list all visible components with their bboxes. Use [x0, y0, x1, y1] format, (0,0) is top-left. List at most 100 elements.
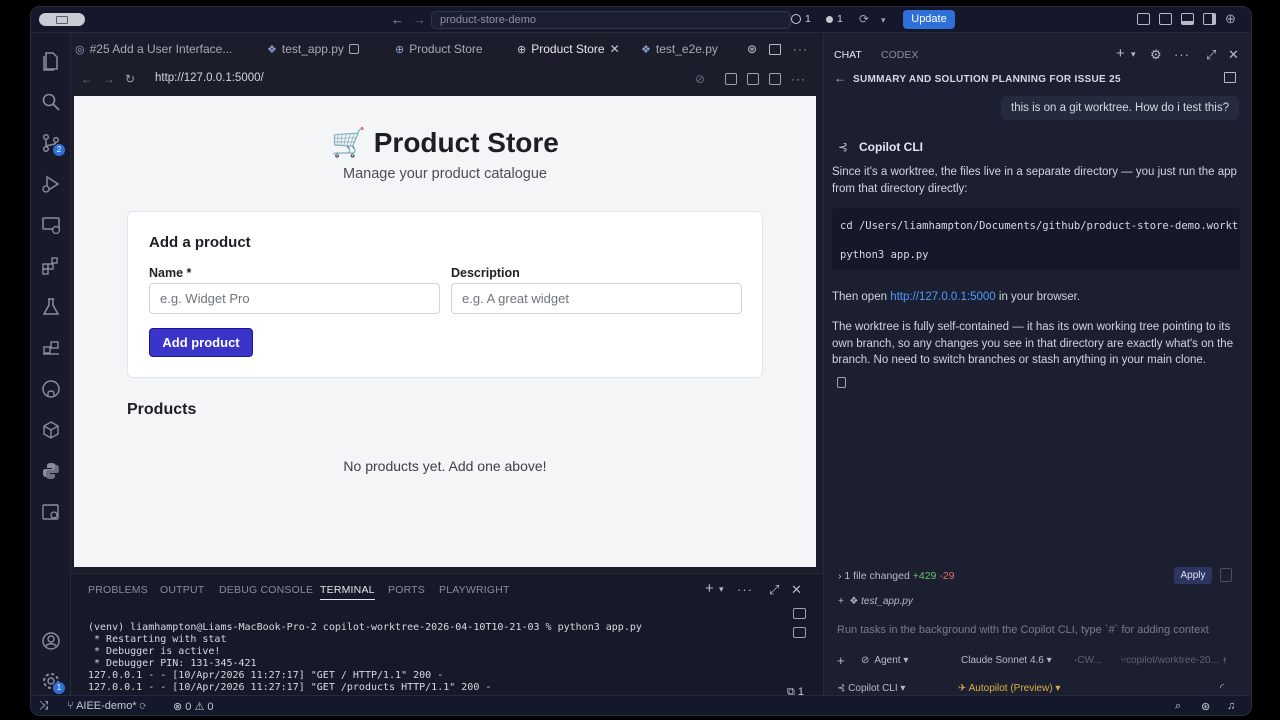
changes-summary[interactable]: › 1 file changed +429 -29 [838, 570, 955, 582]
tab-codex[interactable]: CODEX [881, 49, 918, 61]
tab-test-app-py[interactable]: ❖ test_app.py [267, 36, 359, 62]
close-tab-icon[interactable]: ✕ [610, 42, 620, 56]
zoom-icon[interactable]: ⌕ [1175, 700, 1181, 713]
add-attachment-icon[interactable]: + [837, 653, 845, 668]
context-file-chip[interactable]: + ❖ test_app.py [838, 596, 913, 607]
toggle-sessions-icon[interactable] [1224, 71, 1236, 86]
terminal-instance-icon[interactable] [793, 627, 806, 638]
accounts-icon[interactable] [41, 631, 61, 651]
tab-terminal[interactable]: TERMINAL [320, 584, 375, 600]
tab-debug-console[interactable]: DEBUG CONSOLE [219, 584, 313, 596]
maximize-chat-icon[interactable]: ⤢ [1206, 47, 1216, 63]
notifications-bell-icon[interactable]: ♫ [1227, 700, 1235, 712]
simple-browser-toolbar: ← → ↻ http://127.0.0.1:5000/ ⊘ ··· [71, 67, 823, 93]
explorer-icon[interactable] [41, 51, 61, 71]
document-icon[interactable] [747, 73, 759, 85]
manage-gear-icon[interactable]: 1 [41, 671, 65, 694]
new-chat-icon[interactable]: + [1116, 45, 1125, 62]
source-control-icon[interactable]: 2 [41, 133, 65, 156]
view-diff-icon[interactable] [1220, 568, 1232, 582]
url-field[interactable]: http://127.0.0.1:5000/ [155, 72, 264, 84]
maximize-panel-icon[interactable]: ⤢ [769, 582, 779, 598]
description-input[interactable] [451, 283, 742, 314]
toggle-primary-sidebar-icon[interactable] [1159, 13, 1172, 25]
chevron-down-icon[interactable]: ▾ [719, 584, 724, 595]
chat-more-icon[interactable]: ··· [1174, 47, 1190, 62]
chat-settings-gear-icon[interactable]: ⚙ [1150, 47, 1162, 63]
copilot-status-icon[interactable]: ⟳ [859, 12, 869, 26]
apply-button[interactable]: Apply [1174, 567, 1212, 584]
run-debug-icon[interactable] [41, 174, 61, 194]
problems-status[interactable]: ⊗ 0 ⚠ 0 [173, 700, 214, 713]
code-block[interactable]: cd /Users/liamhampton/Documents/github/p… [832, 208, 1240, 270]
chat-input[interactable] [837, 621, 1242, 639]
localhost-link[interactable]: http://127.0.0.1:5000 [890, 291, 996, 303]
search-icon[interactable] [41, 92, 61, 112]
reload-icon[interactable]: ↻ [125, 72, 135, 86]
workspace-picker[interactable]: -CW... [1074, 655, 1102, 666]
tab-product-store[interactable]: ⊕ Product Store [395, 36, 483, 62]
window-menu-pill[interactable] [39, 13, 85, 26]
add-product-button[interactable]: Add product [149, 328, 253, 357]
copilot-icon[interactable]: ⊛ [1201, 700, 1210, 713]
problems-status[interactable]: 1 [826, 13, 843, 25]
branch-picker[interactable]: ⑂copilot/worktree-20... ▾ [1120, 655, 1228, 666]
remote-explorer-icon[interactable] [41, 215, 61, 235]
copilot-cli-icon: ⊰ [837, 683, 846, 694]
package-icon[interactable] [41, 420, 61, 440]
customize-layout-icon[interactable] [1137, 13, 1150, 25]
console-icon[interactable] [769, 73, 781, 85]
tab-problems[interactable]: PROBLEMS [88, 584, 148, 596]
close-chat-icon[interactable]: ✕ [1228, 47, 1239, 63]
containers-icon[interactable] [41, 338, 61, 358]
copy-icon[interactable] [837, 377, 846, 388]
python-icon[interactable] [41, 461, 61, 481]
more-actions-icon[interactable]: ··· [793, 36, 808, 62]
preview-icon[interactable] [348, 44, 359, 54]
chevron-right-icon: › [838, 570, 842, 582]
tab-test-e2e-py[interactable]: ❖ test_e2e.py [641, 36, 718, 62]
agent-picker[interactable]: ⊰ Copilot CLI ▾ [837, 683, 905, 694]
back-arrow-icon[interactable]: ← [834, 71, 846, 85]
mode-picker[interactable]: ⊘ Agent ▾ [861, 655, 908, 666]
settings-sync-icon[interactable] [41, 502, 61, 522]
tab-product-store-active[interactable]: ⊕ Product Store ✕ [517, 36, 620, 62]
response-paragraph: Since it's a worktree, the files live in… [832, 166, 1237, 195]
terminal-output[interactable]: (venv) liamhampton@Liams-MacBook-Pro-2 c… [88, 622, 642, 694]
toggle-secondary-sidebar-icon[interactable] [1203, 13, 1216, 25]
tab-output[interactable]: OUTPUT [160, 584, 204, 596]
tab-chat[interactable]: CHAT [834, 49, 862, 61]
model-picker[interactable]: Claude Sonnet 4.6 ▾ [961, 655, 1052, 666]
browser-forward-icon[interactable]: → [103, 72, 115, 86]
command-center-search[interactable]: product-store-demo [431, 11, 791, 29]
split-editor-icon[interactable] [769, 36, 781, 62]
github-icon[interactable] [41, 379, 61, 399]
browser-back-icon[interactable]: ← [81, 72, 93, 86]
forward-arrow-icon[interactable]: → [413, 12, 426, 27]
panel-more-icon[interactable]: ··· [737, 582, 753, 597]
extensions-icon[interactable] [41, 256, 61, 276]
update-button[interactable]: Update [903, 10, 955, 29]
name-input[interactable] [149, 283, 440, 314]
back-arrow-icon[interactable]: ← [391, 12, 404, 27]
close-panel-icon[interactable]: ✕ [791, 582, 802, 598]
remote-indicator-icon[interactable]: ⤨ [39, 698, 49, 713]
toggle-panel-icon[interactable] [1181, 13, 1194, 25]
screenshot-icon[interactable] [725, 73, 737, 85]
terminal-instance-icon[interactable] [793, 608, 806, 619]
browser-more-icon[interactable]: ··· [791, 72, 806, 86]
tab-playwright[interactable]: PLAYWRIGHT [439, 584, 510, 596]
chevron-down-icon[interactable]: ▾ [881, 15, 886, 26]
branch-status[interactable]: ⑂ AIEE-demo* ⟳ [67, 700, 146, 712]
globe-icon[interactable]: ⊕ [1225, 11, 1236, 27]
tab-ports[interactable]: PORTS [388, 584, 425, 596]
tab-issue-25[interactable]: ◎ #25 Add a User Interface... [75, 36, 232, 62]
sync-status[interactable]: 1 [791, 13, 811, 25]
testing-flask-icon[interactable] [41, 297, 61, 317]
new-terminal-icon[interactable]: + [705, 580, 714, 597]
chevron-down-icon[interactable]: ▾ [1131, 49, 1136, 60]
send-icon[interactable]: ↑ [1222, 653, 1228, 667]
pointer-icon[interactable]: ⊘ [695, 72, 705, 86]
copilot-icon[interactable]: ⊛ [747, 36, 757, 62]
autopilot-toggle[interactable]: ✈ Autopilot (Preview) ▾ [958, 683, 1060, 694]
